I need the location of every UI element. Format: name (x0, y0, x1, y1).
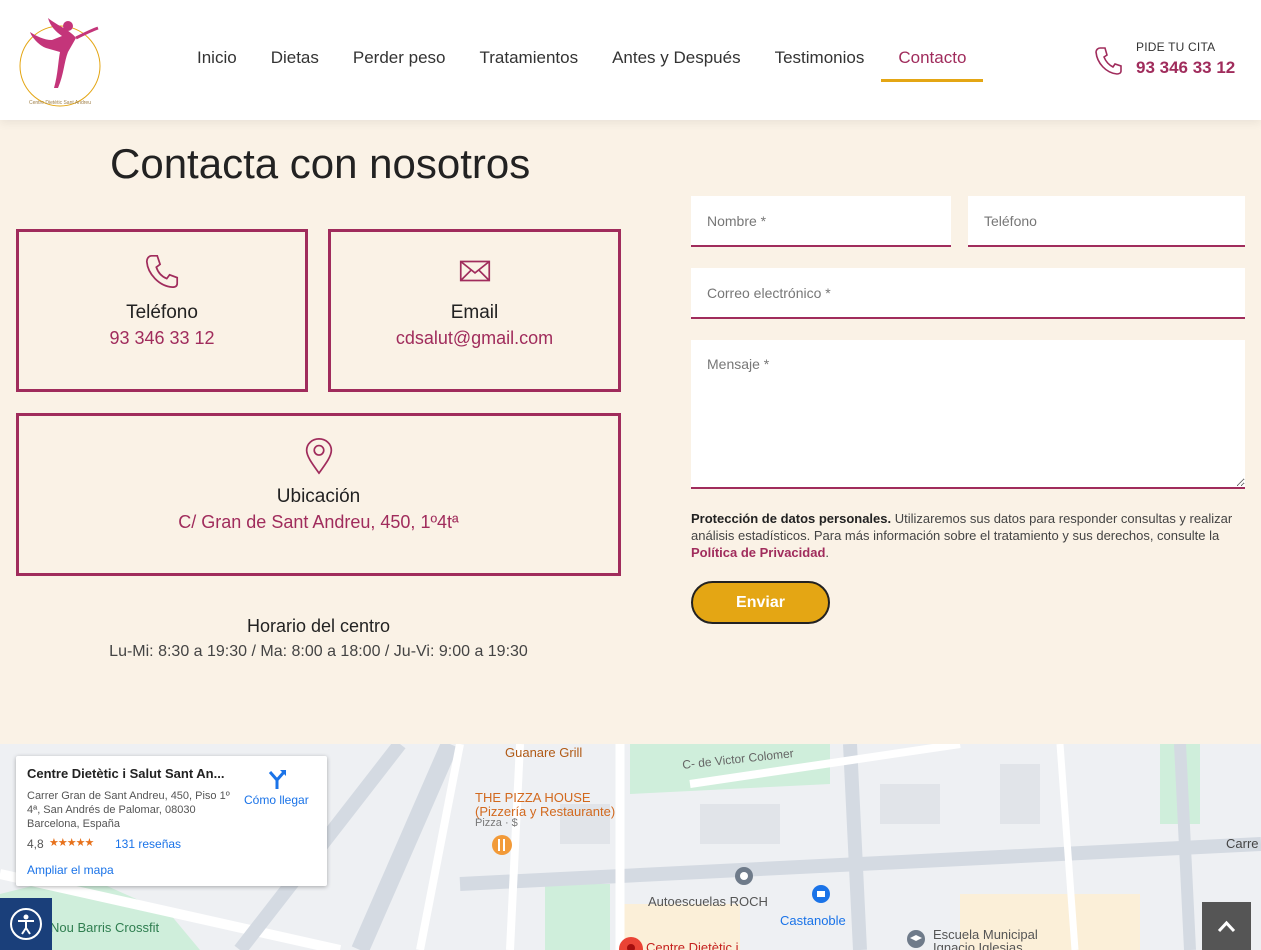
phone-icon[interactable] (1094, 45, 1122, 75)
nav-item-dietas[interactable]: Dietas (254, 38, 336, 82)
map-label-guanare: Guanare Grill (505, 745, 583, 760)
submit-button[interactable]: Enviar (691, 581, 830, 624)
school-marker-icon[interactable] (906, 929, 926, 949)
chevron-up-icon (1217, 920, 1236, 933)
map-enlarge-link[interactable]: Ampliar el mapa (27, 863, 114, 877)
google-map[interactable]: Guanare Grill C- de Victor Colomer THE P… (0, 744, 1261, 950)
nav-item-contacto[interactable]: Contacto (881, 38, 984, 82)
nav-item-tratamientos[interactable]: Tratamientos (463, 38, 596, 82)
dancer-logo-icon[interactable]: Centre Dietètic Sant Andreu (18, 8, 102, 112)
email-card-title: Email (450, 302, 499, 323)
cta-label: PIDE TU CITA (1136, 40, 1216, 54)
map-label-centre: Centre Dietètic i (646, 940, 739, 950)
location-card-value: C/ Gran de Sant Andreu, 450, 1º4tª (178, 512, 459, 532)
envelope-icon (459, 260, 490, 282)
phone-card: Teléfono 93 346 33 12 (16, 229, 308, 392)
phone-card-title: Teléfono (126, 302, 198, 323)
map-label-ignacio: Ignacio Iglesias (933, 940, 1023, 950)
accessibility-icon (10, 908, 42, 940)
map-info-card: Centre Dietètic i Salut Sant An... Carre… (16, 756, 327, 886)
nav-item-antes-despues[interactable]: Antes y Después (595, 38, 758, 82)
location-card: Ubicación C/ Gran de Sant Andreu, 450, 1… (16, 413, 621, 576)
privacy-end: . (825, 545, 830, 560)
email-card-value[interactable]: cdsalut@gmail.com (331, 328, 618, 349)
email-field[interactable] (691, 268, 1245, 319)
map-reviews-link[interactable]: 131 reseñas (115, 837, 181, 851)
main-nav: Inicio Dietas Perder peso Tratamientos A… (180, 38, 984, 82)
cta-phone-link[interactable]: 93 346 33 12 (1136, 58, 1235, 78)
phone-field[interactable] (968, 196, 1245, 247)
map-rating: 4,8 (27, 837, 44, 851)
page-title: Contacta con nosotros (110, 140, 531, 187)
restaurant-icon[interactable] (491, 834, 513, 856)
map-place-address: Carrer Gran de Sant Andreu, 450, Piso 1º… (27, 790, 230, 830)
nav-item-inicio[interactable]: Inicio (180, 38, 254, 82)
red-pin-icon[interactable] (618, 936, 644, 950)
star-rating-icon: ★★★★★ (49, 837, 94, 849)
map-directions-link[interactable]: Cómo llegar (244, 793, 309, 807)
map-pin-icon (305, 438, 332, 475)
email-card: Email cdsalut@gmail.com (328, 229, 621, 392)
nav-item-perder-peso[interactable]: Perder peso (336, 38, 463, 82)
phone-card-value[interactable]: 93 346 33 12 (19, 328, 305, 349)
privacy-policy-link[interactable]: Política de Privacidad (691, 545, 825, 560)
privacy-notice: Protección de datos personales. Utilizar… (691, 510, 1245, 561)
scroll-top-button[interactable] (1202, 902, 1251, 950)
site-header: Centre Dietètic Sant Andreu Inicio Dieta… (0, 0, 1261, 120)
message-field[interactable] (691, 340, 1245, 489)
map-label-carrer: Carre (1226, 836, 1259, 851)
accessibility-button[interactable] (0, 898, 52, 950)
hours-text: Lu-Mi: 8:30 a 19:30 / Ma: 8:00 a 18:00 /… (109, 643, 528, 660)
shop-marker-icon[interactable] (811, 884, 831, 904)
nav-item-testimonios[interactable]: Testimonios (758, 38, 882, 82)
location-card-title: Ubicación (276, 486, 361, 507)
privacy-bold: Protección de datos personales. (691, 511, 892, 526)
phone-icon (145, 254, 179, 289)
map-label-crossfit: Nou Barris Crossfit (50, 920, 160, 935)
svg-text:Centre Dietètic Sant Andreu: Centre Dietètic Sant Andreu (29, 100, 91, 106)
map-place-name: Centre Dietètic i Salut Sant An... (27, 766, 225, 781)
hours-title: Horario del centro (246, 616, 391, 636)
map-label-castanoble: Castanoble (780, 913, 846, 928)
location-marker-icon[interactable] (734, 866, 754, 886)
map-label-pizza-house: THE PIZZA HOUSE (475, 790, 591, 805)
name-field[interactable] (691, 196, 951, 247)
map-label-pizza-cat: Pizza · $ (475, 817, 518, 829)
map-label-autoescuelas: Autoescuelas ROCH (648, 894, 768, 909)
directions-icon[interactable] (266, 768, 288, 790)
